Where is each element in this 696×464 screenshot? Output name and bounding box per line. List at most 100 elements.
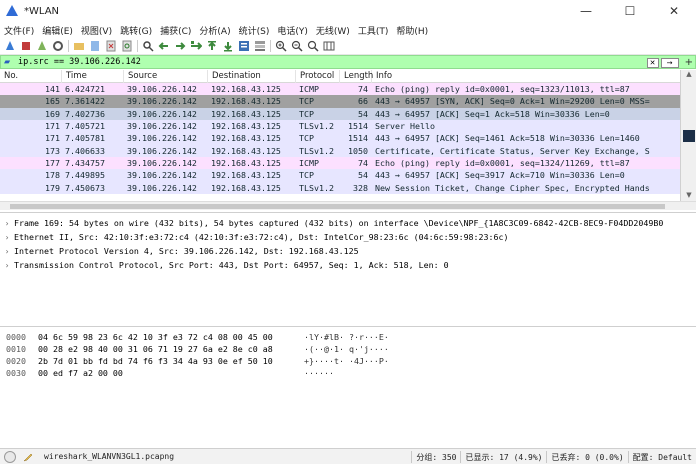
menu-analyze[interactable]: 分析(A) xyxy=(199,24,230,37)
packet-destination: 192.168.43.125 xyxy=(211,145,281,156)
go-to-packet-icon[interactable] xyxy=(190,40,202,52)
apply-filter-button[interactable]: → xyxy=(660,57,679,68)
minimize-button[interactable]: — xyxy=(564,0,608,22)
menu-statistics[interactable]: 统计(S) xyxy=(239,24,270,37)
find-packet-icon[interactable] xyxy=(142,40,154,52)
packet-list-scrollbar[interactable]: ▲ ▼ xyxy=(680,70,696,201)
bookmark-icon[interactable]: ▰ xyxy=(4,57,14,67)
status-divider xyxy=(460,451,462,463)
packet-time: 7.450673 xyxy=(65,182,105,193)
hex-bytes[interactable]: 00 ed f7 a2 00 00 xyxy=(38,368,304,378)
menu-telephony[interactable]: 电话(Y) xyxy=(277,24,308,37)
packet-row[interactable]: 177 7.434757 39.106.226.142 192.168.43.125 I… xyxy=(0,156,680,170)
close-button[interactable]: ✕ xyxy=(652,0,696,22)
clear-filter-button[interactable]: ✕ xyxy=(646,57,659,68)
ascii-bytes[interactable]: ·(··@·1· q·'j···· xyxy=(304,344,424,354)
maximize-button[interactable]: ☐ xyxy=(608,0,652,22)
colorize-icon[interactable] xyxy=(254,40,266,52)
detail-tree-item[interactable]: › Internet Protocol Version 4, Src: 39.10… xyxy=(0,244,696,258)
packet-row[interactable]: 179 7.450673 39.106.226.142 192.168.43.125 T… xyxy=(0,181,680,194)
packet-row[interactable]: 171 7.405721 39.106.226.142 192.168.43.125 T… xyxy=(0,119,680,133)
expand-arrow-icon[interactable]: › xyxy=(0,219,14,228)
packet-length: 54 xyxy=(358,108,368,119)
packet-time: 7.434757 xyxy=(65,157,105,168)
packet-list-header: No. Time Source Destination Protocol Len… xyxy=(0,70,680,83)
expand-arrow-icon[interactable]: › xyxy=(0,261,14,270)
save-file-icon[interactable] xyxy=(89,40,101,52)
column-header-protocol[interactable]: Protocol xyxy=(296,70,340,83)
packet-destination: 192.168.43.125 xyxy=(211,182,281,193)
capture-options-icon[interactable] xyxy=(52,40,64,52)
status-divider xyxy=(411,451,413,463)
go-last-icon[interactable] xyxy=(222,40,234,52)
hex-bytes[interactable]: 00 28 e2 98 40 00 31 06 71 19 27 6a e2 8… xyxy=(38,344,304,354)
open-file-icon[interactable] xyxy=(73,40,85,52)
expand-arrow-icon[interactable]: › xyxy=(0,247,14,256)
detail-tree-item[interactable]: › Frame 169: 54 bytes on wire (432 bits),… xyxy=(0,216,696,230)
hscroll-thumb[interactable] xyxy=(10,204,665,209)
packet-row[interactable]: 141 6.424721 39.106.226.142 192.168.43.125 I… xyxy=(0,83,680,96)
menu-help[interactable]: 帮助(H) xyxy=(396,24,428,37)
main-toolbar xyxy=(0,38,696,55)
ascii-bytes[interactable]: ······ xyxy=(304,368,424,378)
detail-tree-item[interactable]: › Ethernet II, Src: 42:10:3f:e3:72:c4 (42… xyxy=(0,230,696,244)
packet-protocol: TLSv1.2 xyxy=(299,145,334,156)
menu-tools[interactable]: 工具(T) xyxy=(358,24,389,37)
menu-view[interactable]: 视图(V) xyxy=(81,24,112,37)
column-header-destination[interactable]: Destination xyxy=(208,70,296,83)
scroll-up-icon[interactable]: ▲ xyxy=(681,70,696,80)
stop-capture-icon[interactable] xyxy=(20,40,32,52)
display-filter-input[interactable]: ip.src == 39.106.226.142 xyxy=(18,57,141,67)
packet-row[interactable]: 173 7.406633 39.106.226.142 192.168.43.125 T… xyxy=(0,144,680,157)
hex-offset[interactable]: 0030 xyxy=(0,368,38,378)
hex-dump-row: 0010 00 28 e2 98 40 00 31 06 71 19 27 6a … xyxy=(0,343,696,355)
scroll-down-icon[interactable]: ▼ xyxy=(681,191,696,201)
zoom-normal-icon[interactable] xyxy=(307,40,319,52)
packet-time: 6.424721 xyxy=(65,84,105,95)
hex-offset[interactable]: 0000 xyxy=(0,332,38,342)
packet-protocol: TCP xyxy=(299,96,314,107)
zoom-in-icon[interactable] xyxy=(275,40,287,52)
packet-list-hscrollbar[interactable] xyxy=(0,201,696,210)
edit-comment-icon[interactable] xyxy=(22,451,34,463)
reload-file-icon[interactable] xyxy=(121,40,133,52)
ascii-bytes[interactable]: +}····t· ·4J···P· xyxy=(304,356,424,366)
go-back-icon[interactable] xyxy=(158,40,170,52)
hex-bytes[interactable]: 2b 7d 01 bb fd bd 74 f6 f3 34 4a 93 0e e… xyxy=(38,356,304,366)
shark-fin-start-icon[interactable] xyxy=(4,40,16,52)
hex-offset[interactable]: 0010 xyxy=(0,344,38,354)
restart-capture-icon[interactable] xyxy=(36,40,48,52)
hex-bytes[interactable]: 04 6c 59 98 23 6c 42 10 3f e3 72 c4 08 0… xyxy=(38,332,304,342)
menu-file[interactable]: 文件(F) xyxy=(4,24,34,37)
column-header-length[interactable]: Length xyxy=(340,70,373,83)
column-header-time[interactable]: Time xyxy=(62,70,124,83)
autoscroll-icon[interactable] xyxy=(238,40,250,52)
go-forward-icon[interactable] xyxy=(174,40,186,52)
menu-go[interactable]: 跳转(G) xyxy=(120,24,152,37)
packet-source: 39.106.226.142 xyxy=(127,170,197,181)
scroll-thumb[interactable] xyxy=(683,130,695,142)
ascii-bytes[interactable]: ·lY·#lB· ?·r···E· xyxy=(304,332,424,342)
go-first-icon[interactable] xyxy=(206,40,218,52)
column-header-info[interactable]: Info xyxy=(372,70,680,83)
expert-info-icon[interactable] xyxy=(4,450,16,463)
column-header-no[interactable]: No. xyxy=(0,70,62,83)
packet-row[interactable]: 171 7.405781 39.106.226.142 192.168.43.125 T… xyxy=(0,132,680,145)
expand-arrow-icon[interactable]: › xyxy=(0,233,14,242)
menu-edit[interactable]: 编辑(E) xyxy=(42,24,73,37)
detail-tree-item[interactable]: › Transmission Control Protocol, Src Port… xyxy=(0,258,696,272)
resize-columns-icon[interactable] xyxy=(323,40,335,52)
add-filter-button[interactable]: + xyxy=(685,57,693,68)
zoom-out-icon[interactable] xyxy=(291,40,303,52)
packet-source: 39.106.226.142 xyxy=(127,121,197,132)
menu-capture[interactable]: 捕获(C) xyxy=(160,24,191,37)
packet-row[interactable]: 178 7.449895 39.106.226.142 192.168.43.125 T… xyxy=(0,169,680,182)
packet-row[interactable]: 165 7.361422 39.106.226.142 192.168.43.125 T… xyxy=(0,95,680,108)
column-header-source[interactable]: Source xyxy=(124,70,208,83)
hex-offset[interactable]: 0020 xyxy=(0,356,38,366)
menu-wireless[interactable]: 无线(W) xyxy=(316,24,350,37)
profile-selector[interactable]: 配置: Default xyxy=(633,452,692,463)
packet-row[interactable]: 169 7.402736 39.106.226.142 192.168.43.125 T… xyxy=(0,107,680,120)
packet-rows: 141 6.424721 39.106.226.142 192.168.43.125 I… xyxy=(0,83,680,194)
close-file-icon[interactable] xyxy=(105,40,117,52)
